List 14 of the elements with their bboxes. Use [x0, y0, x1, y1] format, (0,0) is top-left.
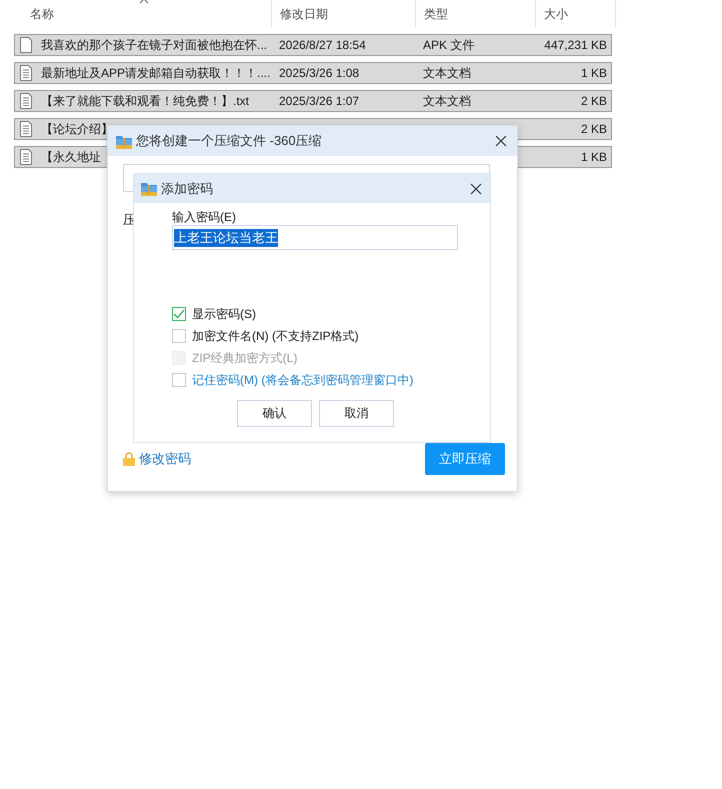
file-size: 447,231 KB [544, 38, 607, 52]
file-size: 1 KB [580, 66, 607, 80]
file-date: 2025/3/26 1:08 [279, 66, 360, 80]
file-date: 2026/8/27 18:54 [279, 38, 366, 52]
field-label: 输入密码(E) [172, 209, 237, 225]
file-size: 1 KB [580, 150, 607, 164]
file-size: 2 KB [580, 94, 607, 108]
window-title: 添加密码 [161, 180, 214, 198]
window-title: 您将创建一个压缩文件 -360压缩 [136, 132, 323, 150]
file-type: APK 文件 [423, 38, 474, 52]
file-type: 文本文档 [423, 94, 471, 108]
file-date: 2025/3/26 1:07 [279, 94, 360, 108]
file-type: 文本文档 [423, 66, 471, 80]
file-size: 2 KB [580, 122, 607, 136]
